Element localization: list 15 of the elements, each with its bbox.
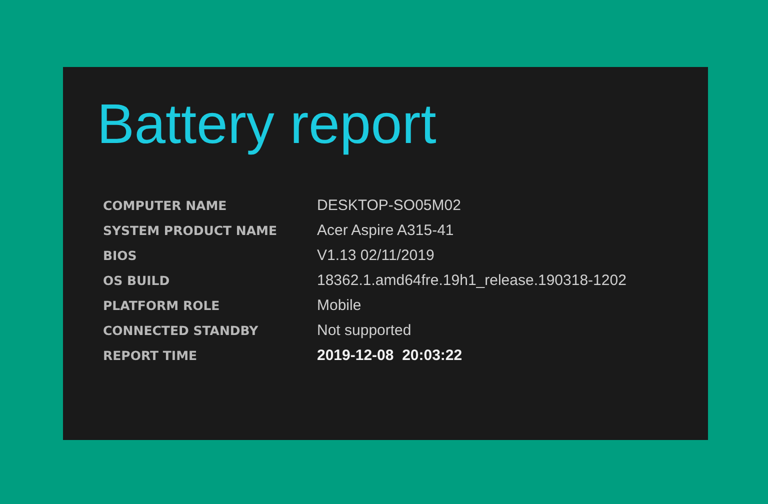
report-title: Battery report bbox=[97, 91, 438, 157]
field-label: COMPUTER NAME bbox=[103, 197, 228, 215]
field-label: REPORT TIME bbox=[103, 347, 198, 365]
field-label: PLATFORM ROLE bbox=[103, 297, 221, 315]
field-value: Not supported bbox=[317, 321, 412, 341]
field-value: Mobile bbox=[317, 296, 362, 316]
field-value: V1.13 02/11/2019 bbox=[317, 246, 436, 266]
field-label: SYSTEM PRODUCT NAME bbox=[103, 222, 278, 240]
field-value: 2019-12-08 20:03:22 bbox=[317, 346, 464, 366]
field-value: 18362.1.amd64fre.19h1_release.190318-1202 bbox=[317, 271, 626, 291]
field-label: CONNECTED STANDBY bbox=[103, 322, 260, 340]
field-value: Acer Aspire A315-41 bbox=[317, 221, 455, 241]
field-value: DESKTOP-SO05M02 bbox=[317, 196, 462, 216]
field-label: BIOS bbox=[103, 247, 138, 265]
field-label: OS BUILD bbox=[103, 272, 171, 290]
